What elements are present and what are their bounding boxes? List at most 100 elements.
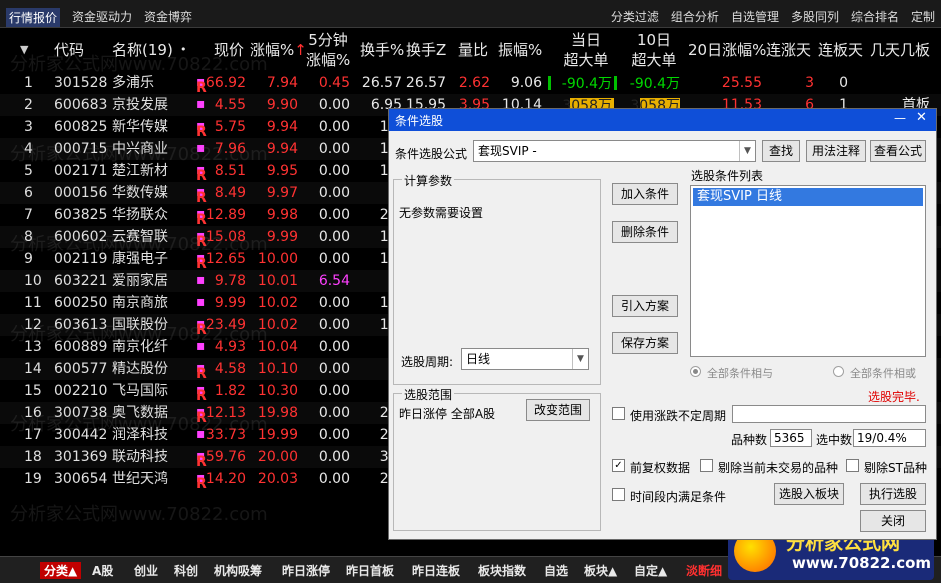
delete-condition-button[interactable]: 删除条件 xyxy=(612,221,678,243)
quote-table-header: ▼ 代码 名称(19) • 现价 涨幅%↑ 5分钟 涨幅% 换手% 换手Z 量比 … xyxy=(0,28,941,72)
condition-list[interactable]: 套现SVIP 日线 xyxy=(690,185,926,357)
stock-code: 300654 xyxy=(54,471,108,487)
col-change-pct[interactable]: 涨幅%↑ xyxy=(250,40,307,60)
col-volume-ratio[interactable]: 量比 xyxy=(458,40,488,60)
bottom-tab-1[interactable]: A股 xyxy=(92,562,113,579)
marker-dot-icon: ▪ xyxy=(196,140,206,156)
bottom-tab-4[interactable]: 机构吸筹 xyxy=(214,562,262,579)
period-all-checkbox[interactable] xyxy=(612,488,625,501)
stock-name: 润泽科技 xyxy=(112,427,168,443)
bottom-tab-12[interactable]: 淡断细 xyxy=(686,562,722,579)
stock-name: 云赛智联 xyxy=(112,229,168,245)
stock-name: 南京化纤 xyxy=(112,339,168,355)
tab-right-5[interactable]: 定制 xyxy=(911,8,935,25)
stock-code: 600577 xyxy=(54,361,108,377)
col-10d-superlarge[interactable]: 10日 超大单 xyxy=(628,30,680,70)
stock-code: 600825 xyxy=(54,119,108,135)
usage-notes-button[interactable]: 用法注释 xyxy=(806,140,866,162)
change-range-button[interactable]: 改变范围 xyxy=(526,399,590,421)
bottom-tab-10[interactable]: 板块▲ xyxy=(584,562,617,579)
bottom-tab-2[interactable]: 创业 xyxy=(134,562,158,579)
period-select[interactable]: 日线 ▼ xyxy=(461,348,589,370)
import-plan-button[interactable]: 引入方案 xyxy=(612,295,678,317)
col-day-superlarge[interactable]: 当日 超大单 xyxy=(560,30,612,70)
stock-name: 精达股份 xyxy=(112,361,168,377)
col-change5[interactable]: 5分钟 涨幅% xyxy=(306,30,350,70)
row-index: 9 xyxy=(24,251,33,267)
to-block-button[interactable]: 选股入板块 xyxy=(774,483,844,505)
tab-left-1[interactable]: 资金驱动力 xyxy=(72,8,132,27)
tab-right-1[interactable]: 组合分析 xyxy=(671,8,719,25)
col-few-days[interactable]: 几天几板 xyxy=(870,40,930,60)
col-name[interactable]: 名称(19) xyxy=(112,40,173,60)
tab-right-0[interactable]: 分类过滤 xyxy=(611,8,659,25)
formula-select[interactable]: 套现SVIP - ▼ xyxy=(473,140,756,162)
col-code[interactable]: 代码 xyxy=(54,40,84,60)
condition-list-item[interactable]: 套现SVIP 日线 xyxy=(693,188,923,206)
radio-or[interactable] xyxy=(833,366,844,377)
minimize-icon[interactable]: — xyxy=(894,111,906,125)
volume-ratio: 2.62 xyxy=(458,75,490,91)
col-turnover-z[interactable]: 换手Z xyxy=(406,40,446,60)
bottom-tab-7[interactable]: 昨日连板 xyxy=(412,562,460,579)
change-5min: 0.00 xyxy=(318,383,350,399)
r-badge: R xyxy=(196,476,207,492)
bottom-tab-6[interactable]: 昨日首板 xyxy=(346,562,394,579)
exclude-st-checkbox[interactable] xyxy=(846,459,859,472)
stock-name: 飞马国际 xyxy=(112,383,168,399)
uncertain-period-checkbox[interactable] xyxy=(612,407,625,420)
bottom-tab-0[interactable]: 分类▲ xyxy=(40,562,82,579)
stock-name: 康强电子 xyxy=(112,251,168,267)
change-pct: 9.90 xyxy=(266,97,298,113)
find-button[interactable]: 查找 xyxy=(762,140,800,162)
row-index: 10 xyxy=(24,273,42,289)
col-turnover[interactable]: 换手% xyxy=(360,40,404,60)
bottom-tab-5[interactable]: 昨日涨停 xyxy=(282,562,330,579)
view-formula-button[interactable]: 查看公式 xyxy=(870,140,926,162)
period-label: 选股周期: xyxy=(401,355,454,369)
calc-params-title: 计算参数 xyxy=(402,172,455,189)
save-plan-button[interactable]: 保存方案 xyxy=(612,332,678,354)
bottom-tab-11[interactable]: 自定▲ xyxy=(634,562,667,579)
uncertain-period-field[interactable] xyxy=(732,405,926,423)
sort-arrow-icon[interactable]: ▼ xyxy=(20,40,28,60)
col-price[interactable]: 现价 xyxy=(214,40,244,60)
chevron-down-icon[interactable]: ▼ xyxy=(739,141,755,161)
bottom-tab-9[interactable]: 自选 xyxy=(544,562,568,579)
change-pct: 10.01 xyxy=(257,273,298,289)
change-pct: 9.98 xyxy=(266,207,298,223)
stock-code: 002210 xyxy=(54,383,108,399)
bottom-tab-8[interactable]: 板块指数 xyxy=(478,562,526,579)
close-button[interactable]: 关闭 xyxy=(860,510,926,532)
exclude-untraded-checkbox[interactable] xyxy=(700,459,713,472)
count-label: 品种数 xyxy=(731,433,768,447)
stock-code: 600602 xyxy=(54,229,108,245)
radio-and[interactable] xyxy=(690,366,701,377)
change-pct: 20.00 xyxy=(257,449,298,465)
execute-button[interactable]: 执行选股 xyxy=(860,483,926,505)
tab-right-4[interactable]: 综合排名 xyxy=(851,8,899,25)
col-rise-days[interactable]: 连涨天 xyxy=(766,40,811,60)
bottom-tab-3[interactable]: 科创 xyxy=(174,562,198,579)
change-5min: 0.00 xyxy=(318,229,350,245)
col-amplitude[interactable]: 振幅% xyxy=(498,40,542,60)
tab-right-2[interactable]: 自选管理 xyxy=(731,8,779,25)
price: 59.76 xyxy=(205,449,246,465)
chevron-down-icon[interactable]: ▼ xyxy=(572,349,588,369)
tab-right-3[interactable]: 多股同列 xyxy=(791,8,839,25)
close-icon[interactable]: ✕ xyxy=(916,110,927,125)
price: 12.89 xyxy=(205,207,246,223)
restore-checkbox[interactable]: ✓ xyxy=(612,459,625,472)
table-row[interactable]: 1 301528 多浦乐 66.92 7.94 0.45 26.57 26.57 2.62 9.0… xyxy=(0,72,941,96)
tab-left-2[interactable]: 资金博弈 xyxy=(144,8,192,27)
stock-code: 603221 xyxy=(54,273,108,289)
add-condition-button[interactable]: 加入条件 xyxy=(612,183,678,205)
stock-code: 603825 xyxy=(54,207,108,223)
row-index: 3 xyxy=(24,119,33,135)
change-5min: 0.00 xyxy=(318,449,350,465)
col-limit-days[interactable]: 连板天 xyxy=(818,40,863,60)
stock-code: 600683 xyxy=(54,97,108,113)
dialog-titlebar[interactable]: 条件选股 — ✕ xyxy=(389,109,936,131)
col-20d-change[interactable]: 20日涨幅% xyxy=(688,40,766,60)
tab-quote[interactable]: 行情报价 xyxy=(6,8,61,27)
